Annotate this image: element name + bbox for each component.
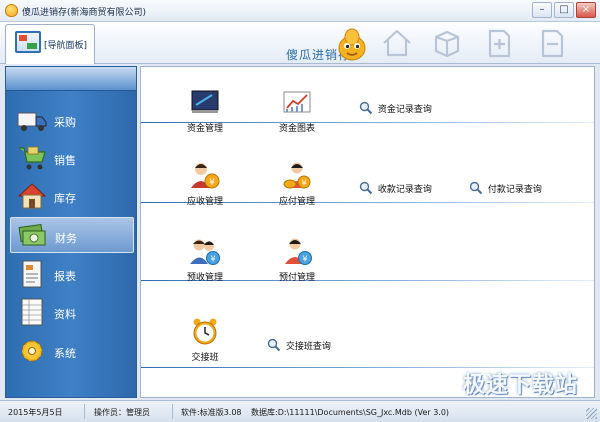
dashboard-icon	[15, 31, 41, 53]
resize-grip[interactable]	[586, 408, 597, 419]
truck-icon	[17, 112, 47, 131]
status-date: 2015年5月5日	[8, 408, 63, 417]
status-bar: 2015年5月5日 操作员：管理员 软件:标准版3.08 数据库:D:\1111…	[0, 400, 600, 422]
svg-text:¥: ¥	[210, 255, 215, 264]
magnifier-icon	[267, 338, 281, 352]
sidebar-header	[6, 67, 136, 91]
fund-chart-button[interactable]: 资金图表	[267, 87, 327, 134]
window-title: 傻瓜进销存(新海商贸有限公司)	[22, 8, 147, 18]
sidebar-item-label: 报表	[54, 270, 76, 283]
maximize-button[interactable]: □	[554, 2, 574, 18]
receipt-records-query-link[interactable]: 收款记录查询	[359, 181, 432, 195]
toolbar: [导航面板] 傻瓜进销存	[0, 22, 600, 64]
tab-navigation-panel[interactable]: [导航面板]	[5, 24, 95, 64]
fn-label: 预付管理	[278, 273, 315, 283]
chart-icon	[283, 91, 311, 113]
receivables-management-button[interactable]: ¥ 应收管理	[175, 160, 235, 207]
query-label: 付款记录查询	[487, 184, 542, 195]
ledger-icon	[191, 90, 219, 113]
receivable-icon: ¥	[191, 163, 220, 189]
magnifier-icon	[359, 101, 373, 115]
add-doc-icon[interactable]	[482, 27, 516, 59]
report-icon	[22, 260, 42, 288]
clock-icon	[193, 318, 217, 345]
fn-label: 交接班	[191, 353, 219, 363]
magnifier-icon	[359, 181, 373, 195]
fund-records-query-link[interactable]: 资金记录查询	[359, 101, 432, 115]
sidebar-item-data[interactable]: 资料	[10, 294, 134, 330]
main-panel: 资金管理 资金图表 资金记录查询 ¥ 应收管理 ¥ 应付管理 收款记录查询 付款…	[140, 66, 595, 398]
query-label: 交接班查询	[285, 341, 331, 352]
shift-handover-button[interactable]: 交接班	[175, 316, 235, 363]
sheet-icon	[21, 298, 43, 326]
fn-label: 资金管理	[186, 124, 223, 134]
cube-icon[interactable]	[430, 27, 464, 59]
watermark: 极速下载站	[462, 373, 578, 398]
payable-icon: ¥	[283, 162, 311, 189]
svg-text:¥: ¥	[209, 178, 215, 188]
sidebar-item-purchase[interactable]: 采购	[10, 102, 134, 138]
svg-text:¥: ¥	[302, 255, 307, 264]
minimize-button[interactable]: –	[532, 2, 552, 18]
advance-receipts-button[interactable]: ¥ 预收管理	[175, 236, 235, 283]
nav-tab-label: [导航面板]	[44, 41, 88, 51]
status-separator	[84, 404, 85, 419]
close-button[interactable]: ×	[576, 2, 596, 18]
money-icon	[18, 223, 46, 246]
cart-icon	[19, 146, 46, 170]
sidebar-item-inventory[interactable]: 库存	[10, 178, 134, 214]
query-label: 收款记录查询	[377, 184, 432, 195]
payment-records-query-link[interactable]: 付款记录查询	[469, 181, 542, 195]
magnifier-icon	[469, 181, 483, 195]
sidebar-item-finance[interactable]: 财务	[10, 217, 134, 253]
window-controls: – □ ×	[532, 2, 596, 18]
fn-label: 应付管理	[278, 197, 315, 207]
home-icon[interactable]	[380, 27, 414, 59]
sidebar-item-system[interactable]: 系统	[10, 333, 134, 369]
status-separator	[172, 404, 173, 419]
sidebar-item-reports[interactable]: 报表	[10, 256, 134, 292]
query-label: 资金记录查询	[377, 104, 432, 115]
status-software: 软件:标准版3.08	[181, 408, 242, 417]
prereceive-icon: ¥	[190, 239, 220, 265]
sidebar-item-label: 系统	[54, 347, 76, 360]
payables-management-button[interactable]: ¥ 应付管理	[267, 160, 327, 207]
svg-text:¥: ¥	[301, 179, 306, 188]
status-operator: 操作员：管理员	[94, 408, 150, 417]
prepay-icon: ¥	[285, 238, 312, 265]
sidebar-item-label: 资料	[54, 308, 76, 321]
gear-icon	[21, 340, 43, 362]
fn-label: 应收管理	[186, 197, 223, 207]
status-database: 数据库:D:\11111\Documents\SG_Jxc.Mdb (Ver 3…	[251, 408, 450, 417]
sidebar-item-label: 财务	[55, 232, 77, 245]
sidebar: 采购 销售 库存 财务 报表 资料 系统	[5, 66, 137, 398]
shift-handover-query-link[interactable]: 交接班查询	[267, 338, 331, 352]
mascot-logo-icon	[338, 28, 366, 61]
app-logo-icon	[5, 4, 18, 17]
fn-label: 资金图表	[278, 124, 315, 134]
sidebar-item-label: 采购	[54, 116, 76, 129]
title-bar: 傻瓜进销存(新海商贸有限公司) – □ ×	[0, 0, 600, 22]
sidebar-item-label: 销售	[54, 154, 76, 167]
sidebar-item-sales[interactable]: 销售	[10, 140, 134, 176]
fund-management-button[interactable]: 资金管理	[175, 87, 235, 134]
house-icon	[17, 183, 47, 209]
sidebar-item-label: 库存	[54, 192, 76, 205]
advance-payments-button[interactable]: ¥ 预付管理	[267, 236, 327, 283]
remove-doc-icon[interactable]	[535, 27, 569, 59]
fn-label: 预收管理	[186, 273, 223, 283]
